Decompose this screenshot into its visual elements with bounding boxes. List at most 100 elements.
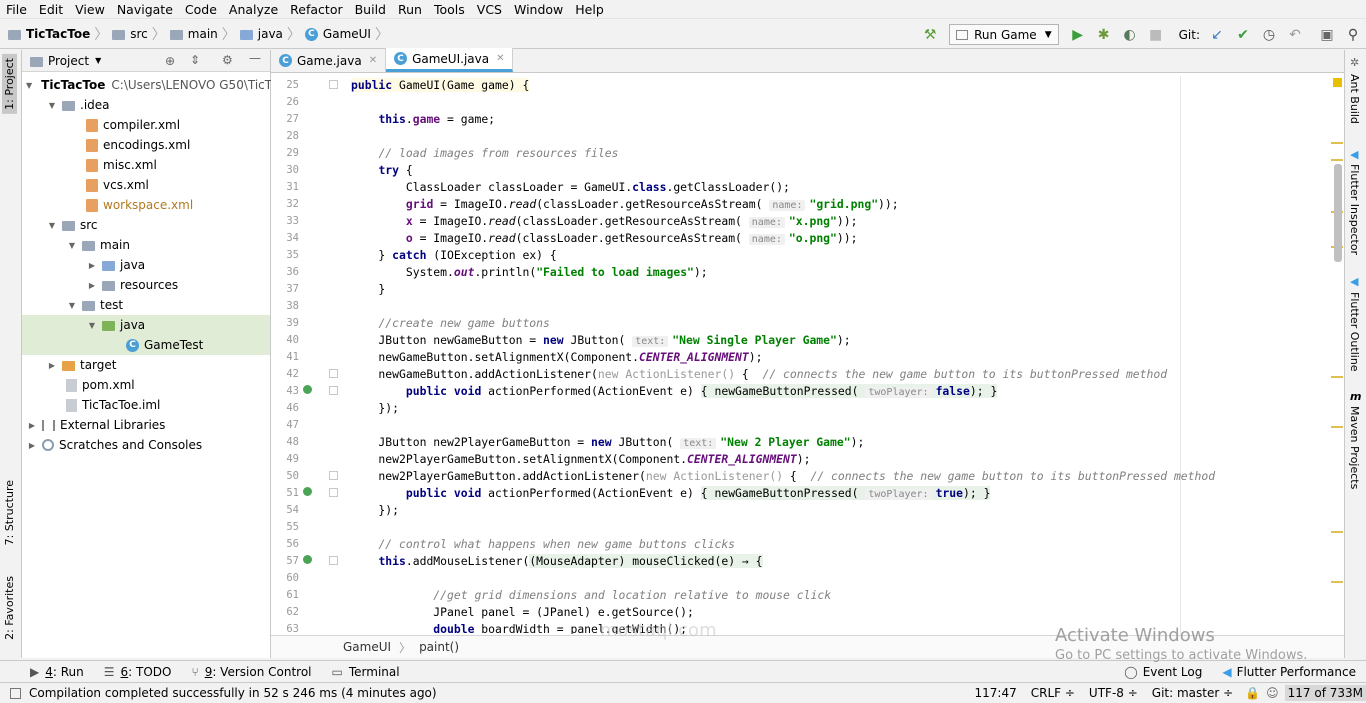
chevron-right-icon[interactable]: ▶: [26, 421, 38, 430]
breadcrumb-item-java[interactable]: java: [258, 27, 283, 41]
tab-gameui-java[interactable]: C GameUI.java ✕: [386, 48, 514, 72]
tool-event-log[interactable]: ◯ Event Log: [1114, 665, 1212, 679]
git-commit-icon[interactable]: ✔: [1230, 24, 1256, 46]
tab-game-java[interactable]: C Game.java ✕: [271, 49, 387, 72]
menu-item-tools[interactable]: Tools: [428, 0, 471, 19]
tool-todo[interactable]: ☰ 6: TODO: [94, 665, 182, 679]
menu-item-run[interactable]: Run: [392, 0, 428, 19]
status-message[interactable]: Compilation completed successfully in 52…: [29, 686, 437, 700]
editor-breadcrumb-class[interactable]: GameUI: [343, 640, 391, 654]
tree-item-target[interactable]: ▶ target: [22, 355, 270, 375]
run-icon[interactable]: ▶: [1065, 24, 1091, 46]
tab-project[interactable]: 1: Project: [2, 54, 17, 114]
menu-item-refactor[interactable]: Refactor: [284, 0, 348, 19]
fold-icon[interactable]: [329, 369, 338, 378]
status-toggle-icon[interactable]: [10, 687, 21, 699]
chevron-right-icon[interactable]: ▶: [86, 281, 98, 290]
close-icon[interactable]: ✕: [496, 53, 504, 64]
menu-item-window[interactable]: Window: [508, 0, 569, 19]
tree-item-pom-xml[interactable]: pom.xml: [22, 375, 270, 395]
collapse-all-icon[interactable]: ⇕: [190, 53, 200, 67]
debug-icon[interactable]: ✱: [1091, 24, 1117, 46]
search-icon[interactable]: ⚲: [1340, 24, 1366, 46]
override-icon[interactable]: [303, 385, 312, 394]
tab-favorites[interactable]: 2: Favorites: [2, 572, 17, 644]
chevron-down-icon[interactable]: ▼: [26, 81, 32, 90]
close-icon[interactable]: ✕: [369, 55, 377, 66]
menu-item-navigate[interactable]: Navigate: [111, 0, 179, 19]
coverage-icon[interactable]: ◐: [1117, 24, 1143, 46]
fold-icon[interactable]: [329, 386, 338, 395]
tree-item-encodings-xml[interactable]: encodings.xml: [22, 135, 270, 155]
chevron-right-icon[interactable]: ▶: [86, 261, 98, 270]
tree-item-vcs-xml[interactable]: vcs.xml: [22, 175, 270, 195]
chevron-down-icon[interactable]: ▼: [46, 221, 58, 230]
tree-item-resources[interactable]: ▶ resources: [22, 275, 270, 295]
file-encoding[interactable]: UTF-8 ÷: [1089, 686, 1138, 700]
menu-item-help[interactable]: Help: [569, 0, 610, 19]
menu-item-build[interactable]: Build: [349, 0, 392, 19]
tree-item-main-java[interactable]: ▶ java: [22, 255, 270, 275]
fold-icon[interactable]: [329, 471, 338, 480]
tree-item-src[interactable]: ▼ src: [22, 215, 270, 235]
tree-item-idea[interactable]: ▼ .idea: [22, 95, 270, 115]
git-history-icon[interactable]: ◷: [1256, 24, 1282, 46]
breadcrumb-item-main[interactable]: main: [188, 27, 218, 41]
inspector-icon[interactable]: ☺: [1266, 686, 1279, 700]
tree-item-scratches[interactable]: ▶ Scratches and Consoles: [22, 435, 270, 455]
chevron-right-icon[interactable]: ▶: [46, 361, 58, 370]
editor-breadcrumb-method[interactable]: paint(): [419, 640, 459, 654]
code-area[interactable]: 25 public GameUI(Game game) { 26 27 this.…: [271, 76, 1331, 634]
chevron-down-icon[interactable]: ▼: [46, 101, 58, 110]
analysis-warning-icon[interactable]: [1333, 78, 1342, 87]
build-hammer-icon[interactable]: ⚒: [917, 24, 943, 46]
tree-item-workspace-xml[interactable]: workspace.xml: [22, 195, 270, 215]
chevron-down-icon[interactable]: ▼: [66, 301, 78, 310]
tool-terminal[interactable]: ▭ Terminal: [322, 665, 410, 679]
menu-item-vcs[interactable]: VCS: [471, 0, 508, 19]
chevron-down-icon[interactable]: ▼: [66, 241, 78, 250]
breadcrumb-item-class[interactable]: GameUI: [323, 27, 371, 41]
git-update-icon[interactable]: ↙: [1204, 24, 1230, 46]
override-icon[interactable]: [303, 487, 312, 496]
tree-item-gametest[interactable]: C GameTest: [22, 335, 270, 355]
tree-item-misc-xml[interactable]: misc.xml: [22, 155, 270, 175]
menu-item-analyze[interactable]: Analyze: [223, 0, 284, 19]
breadcrumb-item-project[interactable]: TicTacToe: [26, 27, 90, 41]
tree-item-test-java[interactable]: ▼ java: [22, 315, 270, 335]
chevron-down-icon[interactable]: ▼: [86, 321, 98, 330]
lock-icon[interactable]: 🔒: [1245, 686, 1260, 700]
tool-run[interactable]: ▶ 4: Run: [20, 665, 94, 679]
project-panel-title[interactable]: Project: [48, 54, 89, 68]
fold-icon[interactable]: [329, 80, 338, 89]
locate-icon[interactable]: ⊕: [165, 54, 175, 68]
run-configuration-select[interactable]: Run Game ▼: [949, 24, 1059, 45]
fold-icon[interactable]: [329, 488, 338, 497]
chevron-right-icon[interactable]: ▶: [26, 441, 38, 450]
breadcrumb-item-src[interactable]: src: [130, 27, 148, 41]
menu-item-edit[interactable]: Edit: [33, 0, 69, 19]
tab-structure[interactable]: 7: Structure: [2, 476, 17, 549]
tab-maven-projects[interactable]: Maven Projects: [1348, 406, 1361, 489]
project-structure-icon[interactable]: ▣: [1314, 24, 1340, 46]
menu-item-file[interactable]: File: [0, 0, 33, 19]
tab-flutter-inspector[interactable]: Flutter Inspector: [1348, 164, 1361, 255]
tree-item-compiler-xml[interactable]: compiler.xml: [22, 115, 270, 135]
menu-item-code[interactable]: Code: [179, 0, 223, 19]
tree-item-iml[interactable]: TicTacToe.iml: [22, 395, 270, 415]
line-separator[interactable]: CRLF ÷: [1031, 686, 1075, 700]
fold-icon[interactable]: [329, 556, 338, 565]
tool-flutter-performance[interactable]: ◀ Flutter Performance: [1212, 665, 1366, 679]
tree-item-external-libraries[interactable]: ▶ External Libraries: [22, 415, 270, 435]
override-icon[interactable]: [303, 555, 312, 564]
caret-position[interactable]: 117:47: [975, 686, 1017, 700]
chevron-down-icon[interactable]: ▼: [95, 56, 101, 65]
tree-item-main[interactable]: ▼ main: [22, 235, 270, 255]
scrollbar-thumb[interactable]: [1334, 164, 1342, 262]
stop-icon[interactable]: ■: [1143, 24, 1169, 46]
tool-version-control[interactable]: ⑂ 9: Version Control: [181, 665, 321, 679]
tab-flutter-outline[interactable]: Flutter Outline: [1348, 292, 1361, 372]
gear-icon[interactable]: ⚙: [222, 53, 233, 67]
memory-indicator[interactable]: 117 of 733M: [1284, 685, 1366, 701]
tree-item-test[interactable]: ▼ test: [22, 295, 270, 315]
